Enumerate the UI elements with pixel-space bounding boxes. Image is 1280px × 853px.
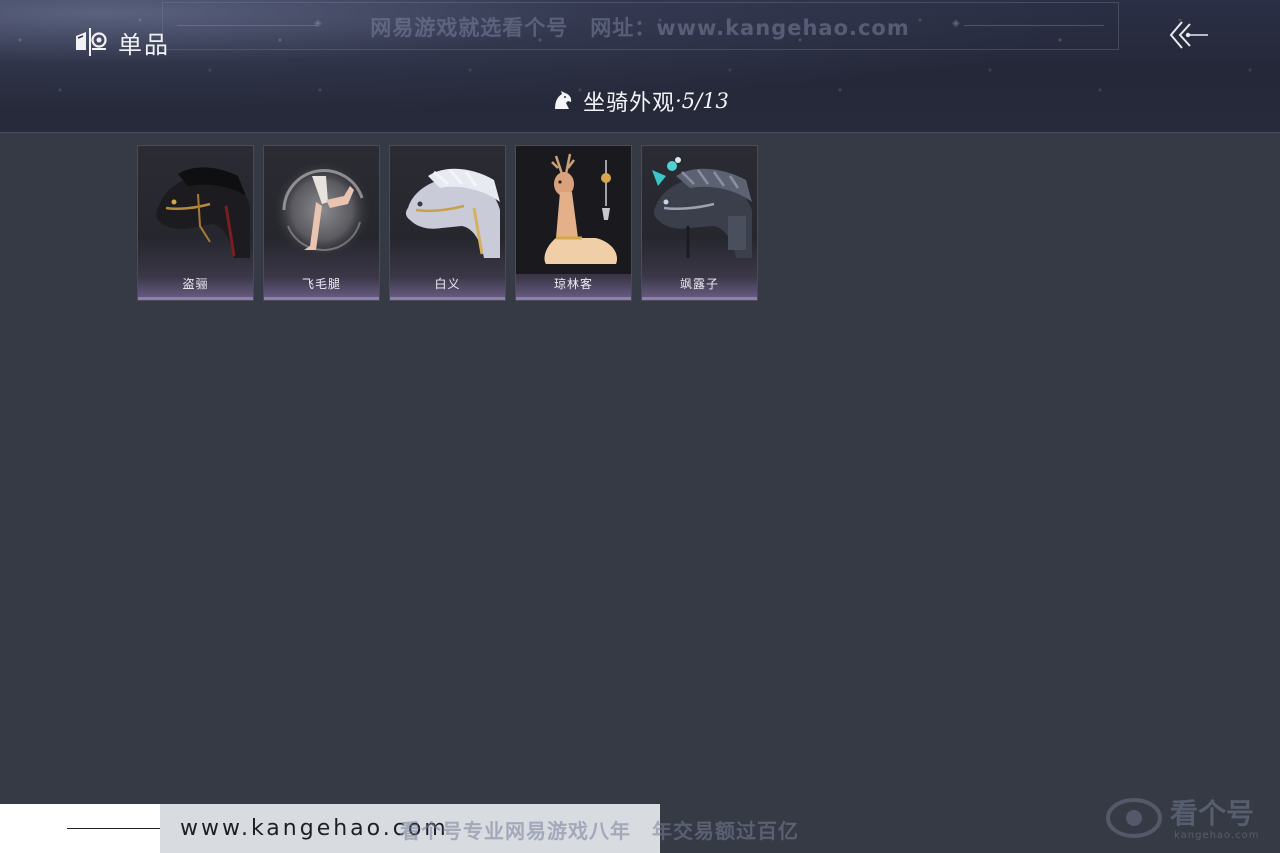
brand-label: 单品	[118, 30, 170, 59]
mount-card-feimaotui[interactable]: 飞毛腿	[263, 145, 380, 301]
footer-logo-text: 看个号	[1170, 797, 1255, 830]
mount-name: 白义	[434, 277, 461, 291]
back-arrow-icon	[1169, 21, 1208, 49]
header-bar: ◈ ◈ 网易游戏就选看个号 网址：www.kangehao.com 单品 坐骑外…	[0, 0, 1280, 133]
section-title: 坐骑外观 ·5/13	[0, 84, 1280, 118]
app-root: ◈ ◈ 网易游戏就选看个号 网址：www.kangehao.com 单品 坐骑外…	[0, 0, 1280, 853]
mount-grid: 盗骊 飞毛腿 白义 琼林客 飒露子	[137, 145, 758, 301]
section-count: ·5/13	[675, 89, 729, 113]
footer-slogan: 看个号专业网易游戏八年 年交易额过百亿	[400, 819, 799, 843]
back-button[interactable]	[1166, 18, 1210, 52]
swirl-legs-image	[272, 160, 372, 260]
mount-card-qionglinke[interactable]: 琼林客	[515, 145, 632, 301]
mount-name: 飞毛腿	[301, 277, 341, 291]
mount-card-baiyi[interactable]: 白义	[389, 145, 506, 301]
item-category-icon	[76, 28, 107, 56]
footer-logo-sub: kangehao.com	[1174, 830, 1260, 841]
watermark-text: 网易游戏就选看个号 网址：www.kangehao.com	[370, 16, 910, 40]
brand: 单品	[74, 26, 170, 59]
mount-name: 琼林客	[553, 277, 593, 291]
footer-logo: 看个号 kangehao.com	[1104, 788, 1274, 848]
armored-horse-image	[652, 157, 752, 258]
section-title-text: 坐骑外观	[583, 91, 676, 116]
mount-card-salouzi[interactable]: 飒露子	[641, 145, 758, 301]
dark-horse-image	[156, 167, 250, 258]
mount-card-daoli[interactable]: 盗骊	[137, 145, 254, 301]
deer-image	[516, 146, 631, 274]
eye-logo-icon	[1106, 798, 1162, 838]
mount-name: 飒露子	[679, 277, 719, 291]
mount-name: 盗骊	[182, 277, 209, 291]
white-horse-image	[405, 168, 500, 258]
horse-head-icon	[555, 91, 572, 109]
footer-divider	[67, 828, 167, 829]
